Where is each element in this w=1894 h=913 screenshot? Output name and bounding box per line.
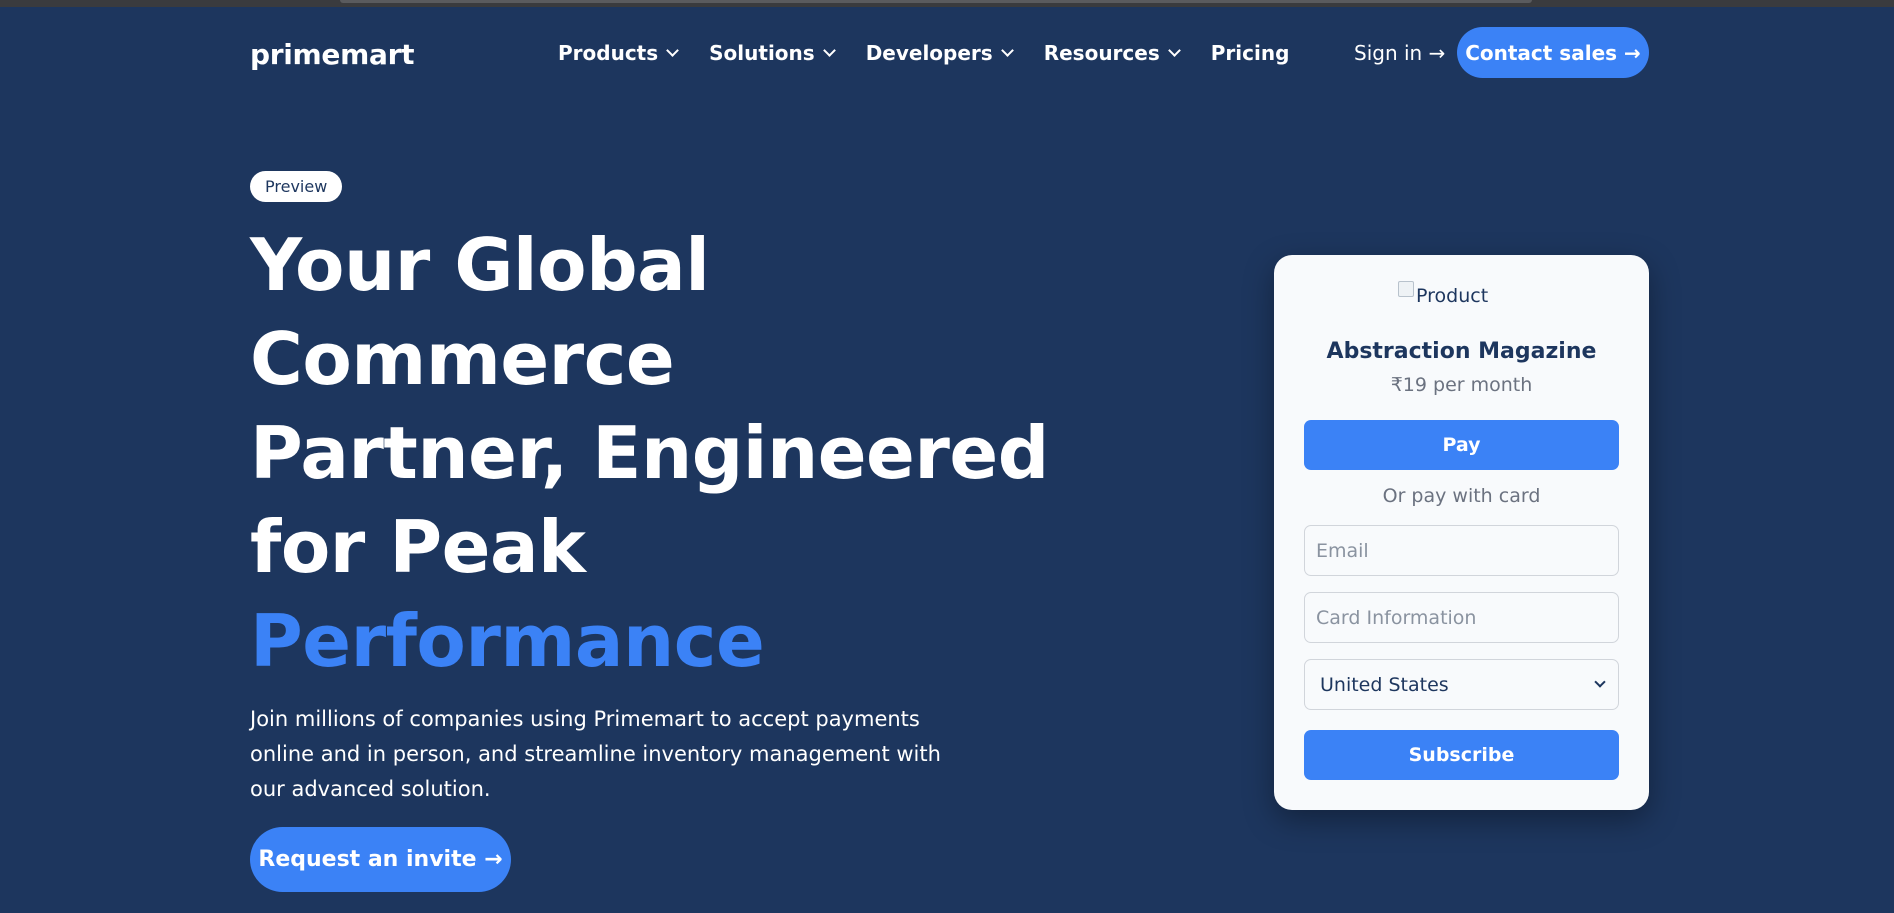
chevron-down-icon: [1594, 676, 1606, 688]
contact-sales-button[interactable]: Contact sales →: [1457, 27, 1649, 78]
request-invite-button[interactable]: Request an invite →: [250, 827, 511, 892]
product-image: Product: [1398, 281, 1489, 307]
product-name: Abstraction Magazine: [1326, 339, 1597, 364]
nav-item-label: Developers: [865, 41, 993, 65]
headline-line: Commerce: [250, 317, 675, 401]
broken-image-icon: [1398, 281, 1414, 297]
checkout-card: Product Abstraction Magazine ₹19 per mon…: [1274, 255, 1649, 810]
chevron-down-icon: [1000, 43, 1014, 57]
browser-top-strip: [0, 0, 1894, 7]
hero-subtext: Join millions of companies using Primema…: [250, 707, 941, 801]
pay-button[interactable]: Pay: [1304, 420, 1619, 470]
headline-line: Your Global: [250, 223, 710, 307]
subscribe-button[interactable]: Subscribe: [1304, 730, 1619, 780]
chevron-down-icon: [822, 43, 836, 57]
headline-line: Partner, Engineered: [250, 411, 1049, 495]
country-select[interactable]: United States: [1304, 659, 1619, 710]
nav-item-label: Pricing: [1210, 41, 1290, 65]
nav-item-solutions[interactable]: Solutions: [709, 41, 836, 65]
preview-badge: Preview: [250, 171, 343, 202]
nav-item-resources[interactable]: Resources: [1043, 41, 1181, 65]
country-select-value: United States: [1320, 673, 1449, 696]
sign-in-link[interactable]: Sign in →: [1354, 41, 1445, 65]
nav-item-pricing[interactable]: Pricing: [1211, 41, 1290, 65]
product-image-alt: Product: [1416, 285, 1489, 307]
site-header: primemart Products Solutions Developers …: [250, 27, 1650, 79]
chevron-down-icon: [1167, 43, 1181, 57]
hero-headline: Your Global Commerce Partner, Engineered…: [250, 218, 1049, 688]
nav-item-label: Products: [558, 41, 659, 65]
product-price: ₹19 per month: [1390, 374, 1533, 396]
nav-item-products[interactable]: Products: [558, 41, 680, 65]
browser-top-strip-inner: [340, 0, 1532, 3]
email-input[interactable]: [1304, 525, 1619, 576]
headline-accent: Performance: [250, 599, 765, 683]
nav-item-label: Solutions: [709, 41, 815, 65]
site-logo[interactable]: primemart: [250, 38, 414, 71]
card-information-input[interactable]: [1304, 592, 1619, 643]
nav-item-developers[interactable]: Developers: [865, 41, 1014, 65]
main-nav: Products Solutions Developers Resources …: [558, 41, 1321, 65]
chevron-down-icon: [666, 43, 680, 57]
pay-with-card-divider: Or pay with card: [1382, 485, 1541, 507]
nav-item-label: Resources: [1043, 41, 1160, 65]
headline-line: for Peak: [250, 505, 586, 589]
